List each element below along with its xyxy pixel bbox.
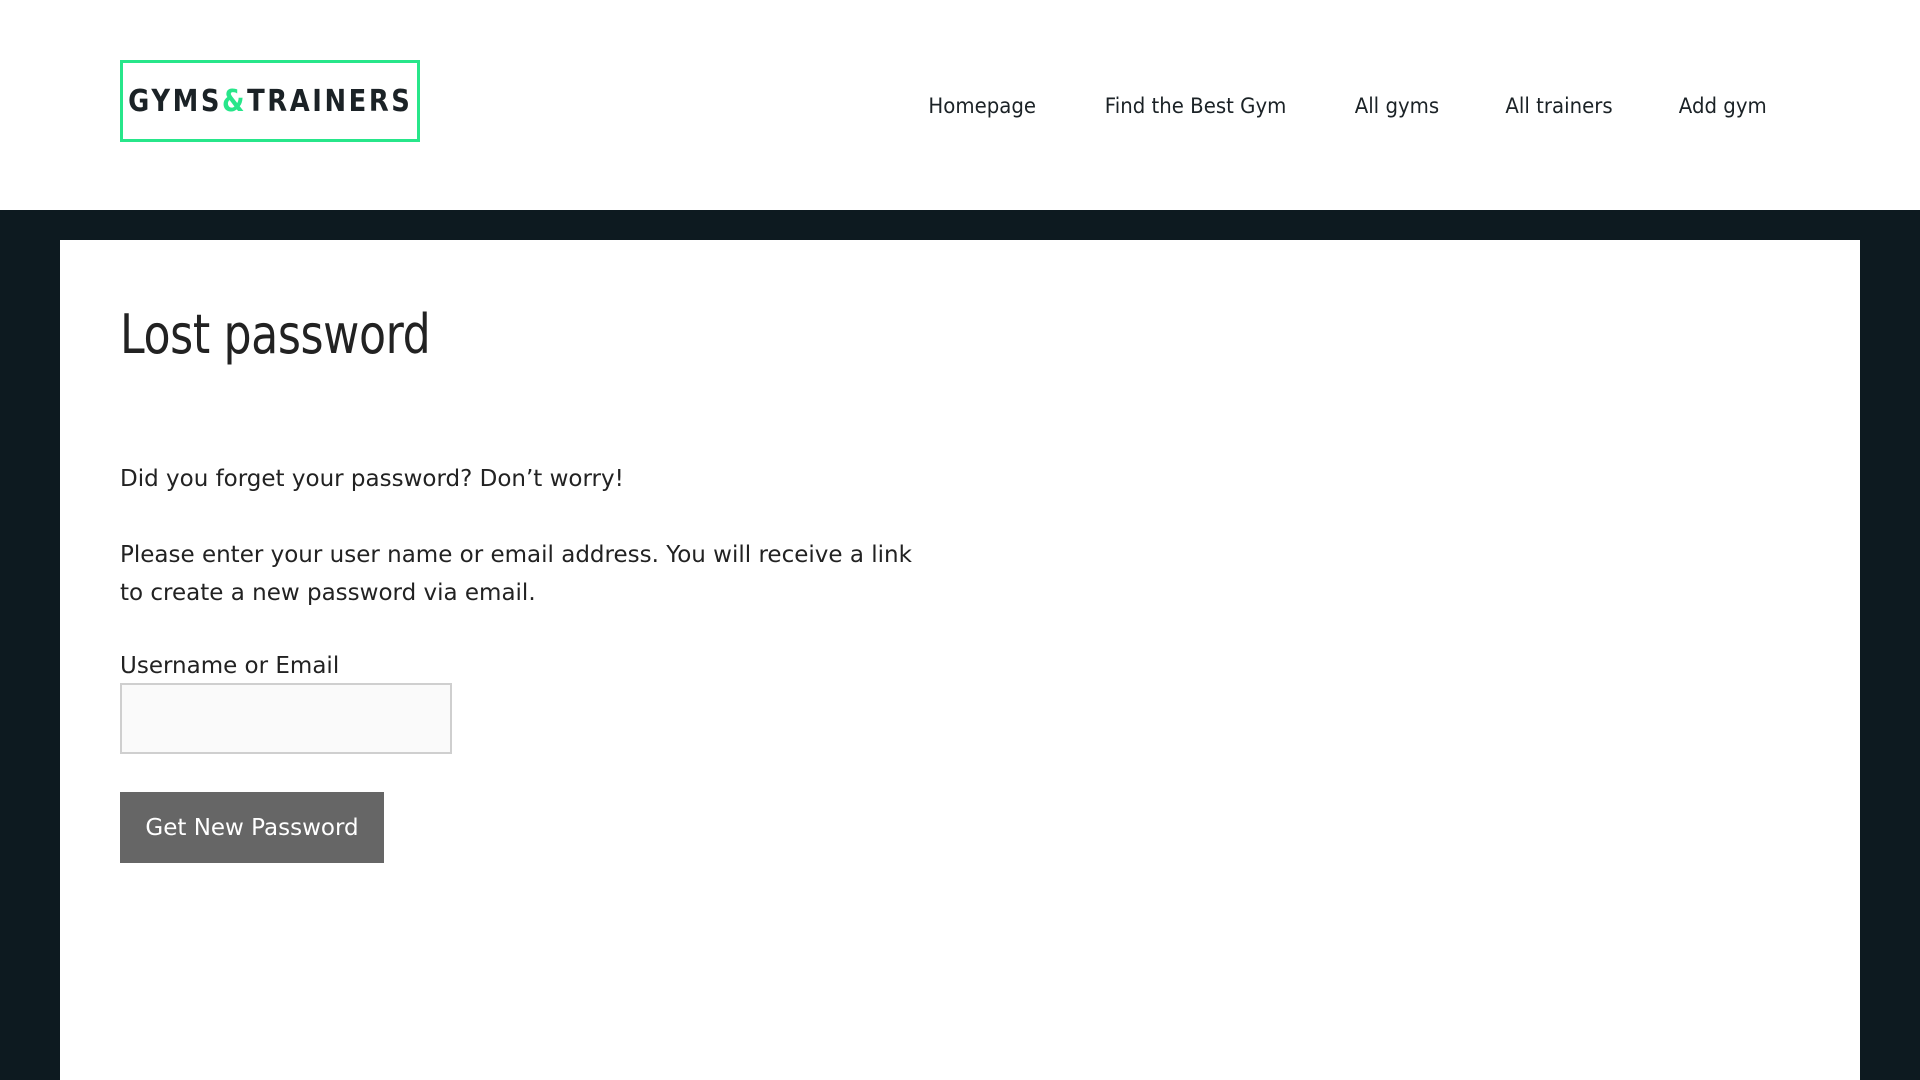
intro-text: Did you forget your password? Don’t worr… xyxy=(120,466,624,492)
nav-add-gym[interactable]: Add gym xyxy=(1679,86,1767,126)
nav-all-gyms[interactable]: All gyms xyxy=(1355,86,1439,126)
site-header: GYMS&TRAINERS Homepage Find the Best Gym… xyxy=(0,0,1920,210)
logo-text: GYMS&TRAINERS xyxy=(128,84,412,119)
get-new-password-button[interactable]: Get New Password xyxy=(120,792,384,863)
nav-all-trainers[interactable]: All trainers xyxy=(1506,86,1613,126)
logo-text-gyms: GYMS xyxy=(127,83,222,119)
lost-password-form: Username or Email Get New Password xyxy=(120,649,920,863)
instructions-text: Please enter your user name or email add… xyxy=(120,542,912,606)
content-card: Lost password Did you forget your passwo… xyxy=(60,240,1860,1080)
username-email-input[interactable] xyxy=(120,683,452,754)
lost-password-content: Lost password Did you forget your passwo… xyxy=(120,300,920,863)
nav-homepage[interactable]: Homepage xyxy=(928,86,1036,126)
username-email-label: Username or Email xyxy=(120,653,340,679)
page-title: Lost password xyxy=(120,303,431,366)
nav-find-best-gym[interactable]: Find the Best Gym xyxy=(1105,86,1287,126)
logo-ampersand: & xyxy=(221,83,247,119)
main-navigation: Homepage Find the Best Gym All gyms All … xyxy=(925,86,1770,126)
site-logo[interactable]: GYMS&TRAINERS xyxy=(120,60,420,142)
logo-text-trainers: TRAINERS xyxy=(246,83,413,119)
